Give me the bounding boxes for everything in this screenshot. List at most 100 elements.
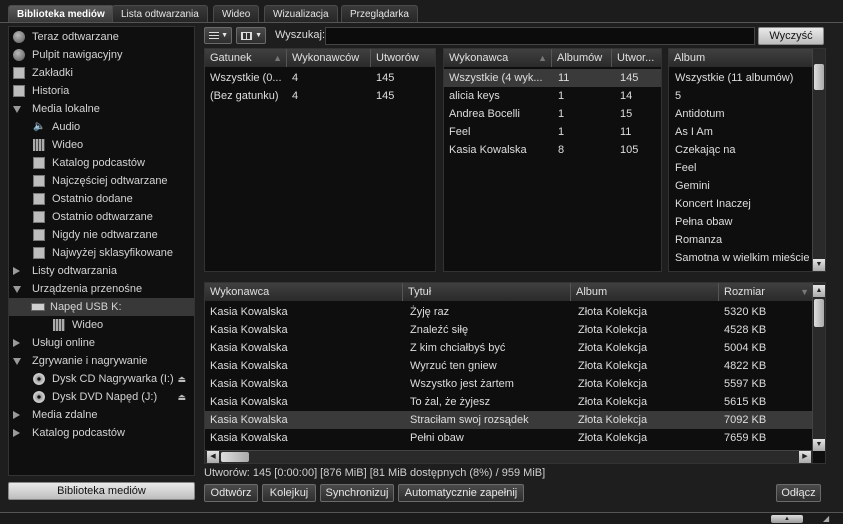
sidebar-item[interactable]: Pulpit nawigacyjny	[9, 46, 194, 64]
resize-grip-icon[interactable]: ◢	[823, 514, 835, 524]
tab-browser[interactable]: Przeglądarka	[341, 5, 418, 22]
sidebar-item[interactable]: Urządzenia przenośne	[9, 280, 194, 298]
scrollbar-thumb[interactable]	[814, 299, 824, 327]
scroll-left-icon[interactable]: ◀	[207, 451, 219, 463]
tracks-vertical-scrollbar[interactable]: ▲ ▼	[812, 283, 825, 451]
sidebar-item[interactable]: Usługi online	[9, 334, 194, 352]
track-size-column-header[interactable]: Rozmiar ▼	[719, 283, 814, 301]
artists-count-column-header[interactable]: Wykonawców	[287, 49, 371, 67]
track-artist-column-header[interactable]: Wykonawca	[205, 283, 403, 301]
sidebar-item[interactable]: Teraz odtwarzane	[9, 28, 194, 46]
sidebar-item[interactable]: Historia	[9, 82, 194, 100]
scroll-down-icon[interactable]: ▼	[813, 439, 825, 451]
sidebar-item[interactable]: Ostatnio odtwarzane	[9, 208, 194, 226]
album-row[interactable]: Pełna obaw	[669, 213, 813, 231]
sidebar-item-label: Ostatnio odtwarzane	[52, 211, 153, 223]
track-row[interactable]: Kasia Kowalska Żyję raz Złota Kolekcja 5320…	[205, 303, 813, 321]
autofill-button[interactable]: Automatycznie zapełnij	[398, 484, 524, 502]
sidebar-item[interactable]: Ostatnio dodane	[9, 190, 194, 208]
track-row[interactable]: Kasia Kowalska Straciłam swoj rozsądek Zło…	[205, 411, 813, 429]
clear-search-button[interactable]: Wyczyść	[758, 27, 824, 45]
album-row[interactable]: Czekając na	[669, 141, 813, 159]
track-title-column-header[interactable]: Tytuł	[403, 283, 571, 301]
scroll-down-icon[interactable]: ▼	[813, 259, 825, 271]
tab-video[interactable]: Wideo	[213, 5, 260, 22]
track-row[interactable]: Kasia Kowalska Pełni obaw Złota Kolekcja 76…	[205, 429, 813, 447]
sync-button[interactable]: Synchronizuj	[320, 484, 394, 502]
album-row[interactable]: Antidotum	[669, 105, 813, 123]
album-row[interactable]: Feel	[669, 159, 813, 177]
play-button[interactable]: Odtwórz	[204, 484, 258, 502]
search-input[interactable]	[325, 27, 755, 45]
scroll-right-icon[interactable]: ▶	[799, 451, 811, 463]
scroll-up-icon[interactable]: ▲	[813, 285, 825, 297]
sidebar-item[interactable]: Media zdalne	[9, 406, 194, 424]
tab-media-library[interactable]: Biblioteka mediów	[8, 5, 114, 22]
artist-row[interactable]: Andrea Bocelli 1 15	[444, 105, 661, 123]
sidebar-item[interactable]: Katalog podcastów	[9, 154, 194, 172]
sidebar-item[interactable]: Katalog podcastów	[9, 424, 194, 442]
sidebar-item-label: Ostatnio dodane	[52, 193, 133, 205]
sidebar-item[interactable]: Wideo	[9, 316, 194, 334]
album-row[interactable]: 5	[669, 87, 813, 105]
album-row[interactable]: Romanza	[669, 231, 813, 249]
sidebar-item[interactable]: Media lokalne	[9, 100, 194, 118]
tab-playlist[interactable]: Lista odtwarzania	[112, 5, 208, 22]
track-count-cell: 105	[620, 144, 639, 156]
albums-count-column-header[interactable]: Albumów	[552, 49, 612, 67]
sidebar-item[interactable]: Najczęściej odtwarzane	[9, 172, 194, 190]
disconnect-button[interactable]: Odłącz	[776, 484, 821, 502]
album-row[interactable]: Samotna w wielkim mieście	[669, 249, 813, 267]
artist-row[interactable]: alicia keys 1 14	[444, 87, 661, 105]
sidebar-item[interactable]: Dysk CD Nagrywarka (I:) ⏏	[9, 370, 194, 388]
track-row[interactable]: Kasia Kowalska Wszystko jest żartem Złota …	[205, 375, 813, 393]
album-cell: Wszystkie (11 albumów)	[675, 72, 794, 84]
artist-row[interactable]: Wszystkie (4 wyk... 11 145	[444, 69, 661, 87]
sidebar-item[interactable]: Najwyżej sklasyfikowane	[9, 244, 194, 262]
artist-cell: Feel	[449, 126, 471, 138]
sidebar-item-label: Zgrywanie i nagrywanie	[32, 355, 148, 367]
tab-visualization[interactable]: Wizualizacja	[264, 5, 338, 22]
tracks-count-column-header[interactable]: Utworów	[371, 49, 435, 67]
track-row[interactable]: Kasia Kowalska Z kim chciałbyś być Złota K…	[205, 339, 813, 357]
sidebar-item[interactable]: Wideo	[9, 136, 194, 154]
genre-row[interactable]: (Bez gatunku) 4 145	[205, 87, 435, 105]
sidebar-item-label: Zakładki	[32, 67, 73, 79]
track-album-column-header[interactable]: Album	[571, 283, 719, 301]
scrollbar-thumb[interactable]	[221, 452, 249, 462]
sidebar-item[interactable]: Dysk DVD Napęd (J:) ⏏	[9, 388, 194, 406]
tracks-count-column-header[interactable]: Utwor...	[612, 49, 661, 67]
eject-icon[interactable]: ⏏	[177, 370, 186, 388]
artist-column-header[interactable]: Wykonawca ▲	[444, 49, 552, 67]
collapse-panel-icon[interactable]: ▲	[771, 515, 803, 523]
album-column-header[interactable]: Album	[669, 49, 814, 67]
track-row[interactable]: Kasia Kowalska Wyrzuć ten gniew Złota Kole…	[205, 357, 813, 375]
track-row[interactable]: Kasia Kowalska To żal, że żyjesz Złota Kol…	[205, 393, 813, 411]
genre-row[interactable]: Wszystkie (0... 4 145	[205, 69, 435, 87]
sidebar-item-label: Najczęściej odtwarzane	[52, 175, 168, 187]
sidebar-item[interactable]: Napęd USB K:	[9, 298, 194, 316]
scrollbar-thumb[interactable]	[814, 64, 824, 90]
genre-column-header[interactable]: Gatunek ▲	[205, 49, 287, 67]
artist-row[interactable]: Kasia Kowalska 8 105	[444, 141, 661, 159]
album-row[interactable]: Gemini	[669, 177, 813, 195]
sidebar-item[interactable]: 🔈 Audio	[9, 118, 194, 136]
media-library-button[interactable]: Biblioteka mediów	[8, 482, 195, 500]
track-row[interactable]: Kasia Kowalska Znaleźć siłę Złota Kolekcja…	[205, 321, 813, 339]
columns-mode-button[interactable]: ▼	[236, 27, 266, 44]
sidebar-item[interactable]: Nigdy nie odtwarzane	[9, 226, 194, 244]
eject-icon[interactable]: ⏏	[177, 388, 186, 406]
tab-bar: Biblioteka mediów Lista odtwarzania Wide…	[0, 0, 843, 22]
artist-row[interactable]: Feel 1 11	[444, 123, 661, 141]
album-row[interactable]: As I Am	[669, 123, 813, 141]
tracks-horizontal-scrollbar[interactable]: ◀ ▶	[205, 450, 813, 463]
album-row[interactable]: Koncert Inaczej	[669, 195, 813, 213]
sidebar-item[interactable]: Zakładki	[9, 64, 194, 82]
album-count-cell: 1	[558, 108, 565, 120]
enqueue-button[interactable]: Kolejkuj	[262, 484, 316, 502]
album-scrollbar[interactable]: ▼	[812, 49, 825, 271]
view-mode-button[interactable]: ▼	[204, 27, 232, 44]
album-row[interactable]: Wszystkie (11 albumów)	[669, 69, 813, 87]
sidebar-item[interactable]: Zgrywanie i nagrywanie	[9, 352, 194, 370]
sidebar-item[interactable]: Listy odtwarzania	[9, 262, 194, 280]
